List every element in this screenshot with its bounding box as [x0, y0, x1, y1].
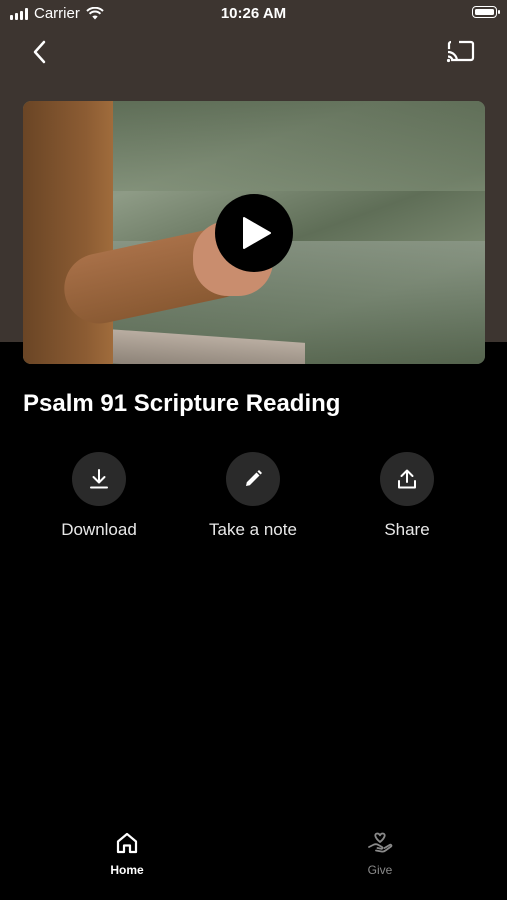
chevron-left-icon	[33, 40, 46, 64]
share-label: Share	[384, 520, 430, 539]
back-button[interactable]	[26, 36, 56, 68]
status-time: 10:26 AM	[220, 5, 287, 22]
take-note-button[interactable]: Take a note	[188, 452, 318, 540]
download-label: Download	[61, 520, 137, 539]
cast-icon	[446, 40, 475, 63]
page-title: Psalm 91 Scripture Reading	[23, 390, 341, 417]
play-icon	[243, 217, 271, 249]
take-note-label: Take a note	[209, 520, 297, 539]
tab-bar: Home Give	[0, 832, 507, 900]
hand-heart-icon	[368, 832, 393, 853]
share-icon	[398, 469, 416, 489]
tab-home[interactable]: Home	[77, 832, 177, 877]
pencil-icon	[246, 470, 262, 486]
tab-give-label: Give	[367, 863, 393, 877]
video-player[interactable]	[23, 101, 485, 364]
download-button[interactable]: Download	[34, 452, 164, 540]
cast-button[interactable]	[445, 38, 477, 66]
battery-icon	[472, 6, 500, 18]
play-button[interactable]	[215, 194, 293, 272]
home-icon	[116, 832, 138, 854]
download-icon	[90, 469, 108, 489]
tab-home-label: Home	[110, 863, 144, 877]
status-bar: Carrier 10:26 AM	[0, 0, 507, 28]
tab-give[interactable]: Give	[330, 832, 430, 877]
share-button[interactable]: Share	[342, 452, 472, 540]
